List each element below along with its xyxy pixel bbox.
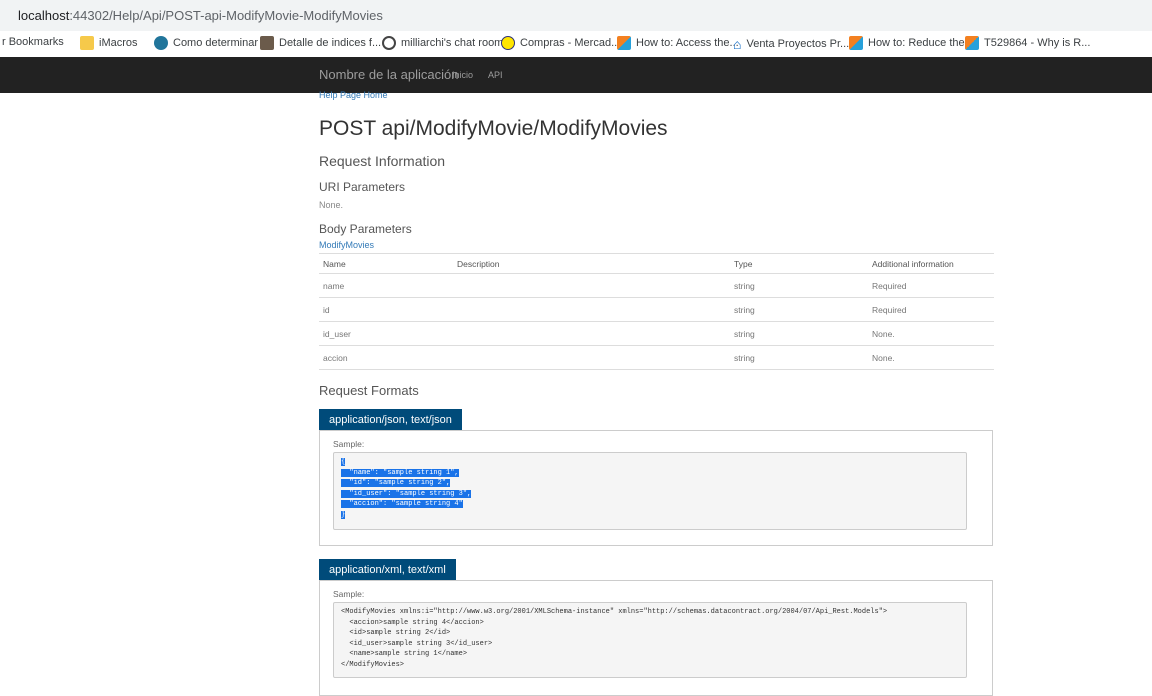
table-row: id string Required [319,297,994,322]
code-line: <name>sample string 1</name> [341,650,468,658]
bookmark-label: iMacros [99,37,138,49]
modifymovies-type-link[interactable]: ModifyMovies [319,240,374,250]
param-description [453,345,730,370]
code-line: } [341,510,346,519]
xml-sample-code[interactable]: <ModifyMovies xmlns:i="http://www.w3.org… [333,602,967,678]
url-text[interactable]: localhost:44302/Help/Api/POST-api-Modify… [18,8,383,23]
column-header-additional-information: Additional information [868,253,994,274]
tab-application-json[interactable]: application/json, text/json [319,409,462,431]
code-line: "name": "sample string 1", [341,468,459,477]
bookmark-label: T529864 - Why is R... [984,37,1091,49]
table-row: accion string None. [319,345,994,370]
param-type: string [730,297,868,322]
nav-link-inicio[interactable]: Inicio [452,70,473,80]
param-description [453,321,730,346]
bookmark-label: milliarchi's chat room [401,37,504,49]
request-information-heading: Request Information [319,153,446,169]
xml-sample-label: Sample: [333,589,365,599]
app-navbar: Nombre de la aplicación Inicio API [0,57,1152,93]
bookmark-label: How to: Reduce the... [868,37,974,49]
param-additional-info: Required [868,273,994,298]
bookmark-venta-proyectos[interactable]: ⌂ Venta Proyectos Pr... [733,36,849,52]
code-line: </ModifyMovies> [341,660,405,669]
url-host: localhost [18,8,70,23]
json-sample-panel: Sample: { "name": "sample string 1", "id… [319,430,993,546]
param-additional-info: Required [868,297,994,322]
tab-application-xml[interactable]: application/xml, text/xml [319,559,456,581]
chrome-icon [382,36,396,50]
column-header-type: Type [730,253,868,274]
param-additional-info: None. [868,321,994,346]
bookmark-how-to-access[interactable]: How to: Access the... [617,36,739,50]
bookmarks-bar: r Bookmarks iMacros Como determinar í...… [0,31,1152,58]
code-line: <id>sample string 2</id> [341,629,451,637]
bookmark-label: r Bookmarks [2,36,64,48]
bookmark-imacros[interactable]: iMacros [80,36,138,50]
home-icon: ⌂ [733,36,742,52]
table-row: name string Required [319,273,994,298]
app-brand-link[interactable]: Nombre de la aplicación [319,67,458,82]
body-parameters-heading: Body Parameters [319,222,412,236]
xml-sample-panel: Sample: <ModifyMovies xmlns:i="http://ww… [319,580,993,696]
code-line: <ModifyMovies xmlns:i="http://www.w3.org… [341,608,888,616]
url-path: :44302/Help/Api/POST-api-ModifyMovie-Mod… [69,8,383,23]
photo-icon [260,36,274,50]
param-description [453,273,730,298]
bookmark-bookmarks[interactable]: r Bookmarks [2,36,64,48]
mercadolibre-icon [501,36,515,50]
table-row: id_user string None. [319,321,994,346]
param-description [453,297,730,322]
request-formats-heading: Request Formats [319,383,419,398]
uri-parameters-value: None. [319,200,344,210]
bookmark-label: Compras - Mercad... [520,37,621,49]
wordpress-icon [154,36,168,50]
bookmark-detalle-indices[interactable]: Detalle de indices f... [260,36,381,50]
param-name: name [319,273,453,298]
help-page-home-link[interactable]: Help Page Home [319,90,388,100]
bookmark-label: Detalle de indices f... [279,37,382,49]
param-additional-info: None. [868,345,994,370]
code-line: "id_user": "sample string 3", [341,489,472,498]
body-parameters-table: Name Description Type Additional informa… [319,253,994,370]
param-type: string [730,345,868,370]
bookmark-label: How to: Access the... [636,37,739,49]
param-type: string [730,321,868,346]
page-title: POST api/ModifyMovie/ModifyMovies [319,117,668,140]
json-sample-label: Sample: [333,439,365,449]
folder-icon [80,36,94,50]
bookmark-how-to-reduce[interactable]: How to: Reduce the... [849,36,974,50]
param-name: id_user [319,321,453,346]
code-line: "id": "sample string 2", [341,479,451,487]
address-bar[interactable]: localhost:44302/Help/Api/POST-api-Modify… [0,0,1152,32]
code-line: <accion>sample string 4</accion> [341,618,484,627]
param-name: accion [319,345,453,370]
nav-link-api[interactable]: API [488,70,503,80]
bookmark-chat-room[interactable]: milliarchi's chat room [382,36,503,50]
flag-icon [849,36,863,50]
code-line: "accion": "sample string 4" [341,500,463,508]
flag-icon [617,36,631,50]
bookmark-label: Venta Proyectos Pr... [746,38,850,50]
bookmark-label: Como determinar í... [173,37,274,49]
column-header-description: Description [453,253,730,274]
bookmark-compras[interactable]: Compras - Mercad... [501,36,620,50]
bookmark-como-determinar[interactable]: Como determinar í... [154,36,273,50]
flag-icon [965,36,979,50]
uri-parameters-heading: URI Parameters [319,180,406,194]
bookmark-t529864[interactable]: T529864 - Why is R... [965,36,1090,50]
column-header-name: Name [319,253,453,274]
code-line: { [341,458,346,466]
table-header-row: Name Description Type Additional informa… [319,253,994,274]
code-line: <id_user>sample string 3</id_user> [341,639,493,648]
json-sample-code[interactable]: { "name": "sample string 1", "id": "samp… [333,452,967,530]
param-type: string [730,273,868,298]
param-name: id [319,297,453,322]
